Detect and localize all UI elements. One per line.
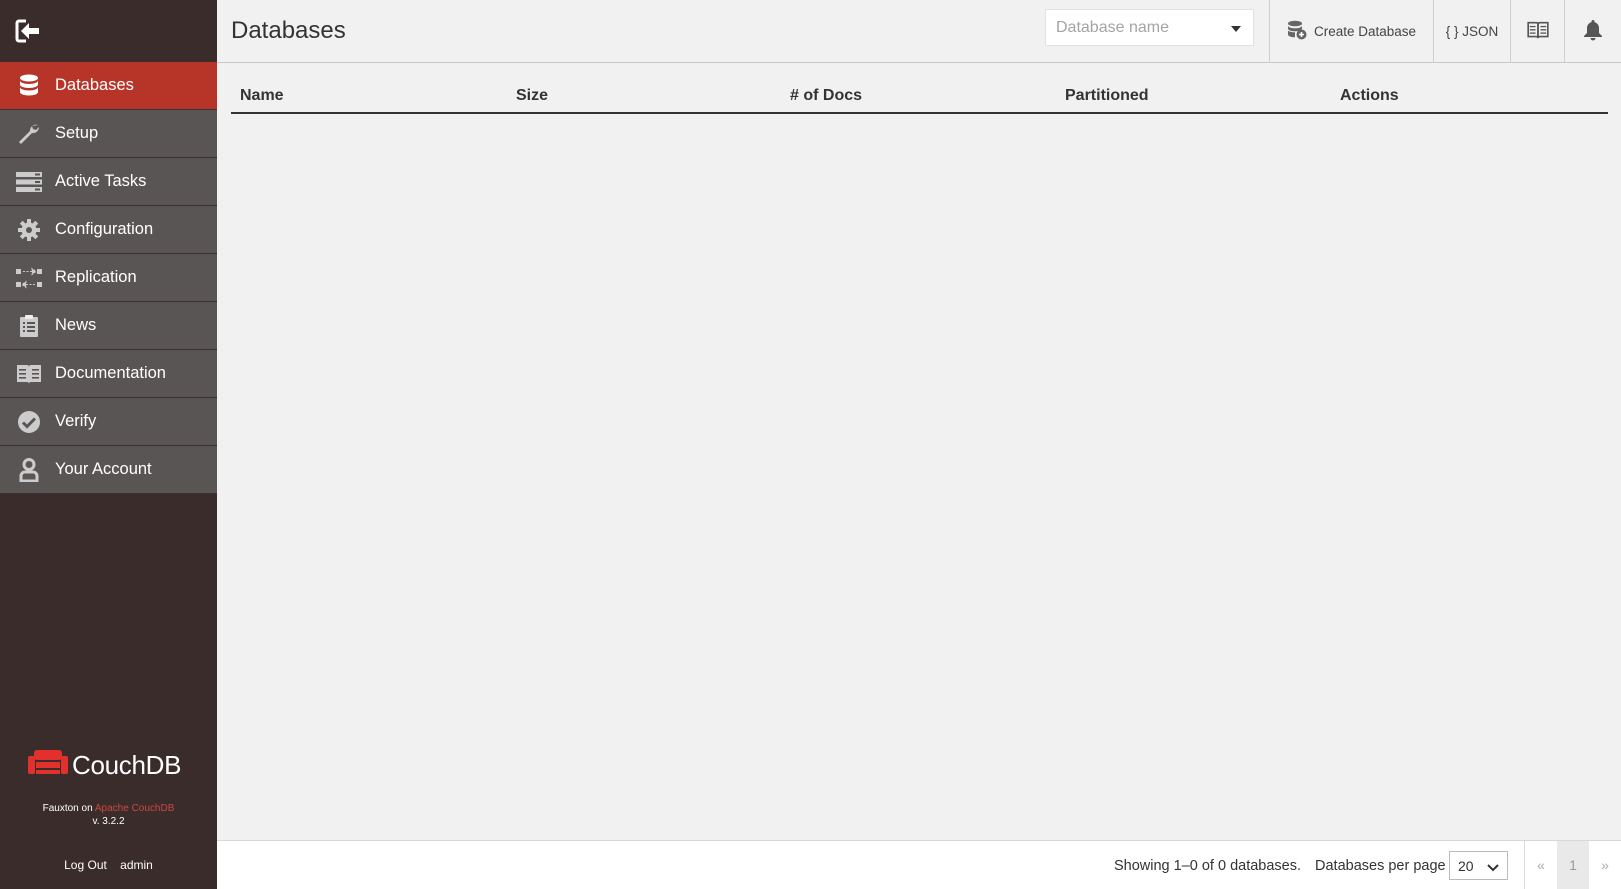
user-icon [16, 457, 42, 483]
check-circle-icon [16, 409, 42, 435]
documentation-button[interactable] [1510, 0, 1564, 62]
sidebar-item-label: Documentation [55, 364, 166, 382]
wrench-icon [16, 121, 42, 147]
pager: « 1 » [1524, 841, 1621, 889]
sidebar-item-active-tasks[interactable]: Active Tasks [0, 158, 217, 206]
chevron-down-icon [1487, 860, 1499, 878]
fauxton-credit: Fauxton on Apache CouchDB [0, 803, 217, 814]
next-page-button[interactable]: » [1589, 841, 1621, 889]
couch-icon [28, 748, 68, 783]
sidebar-item-your-account[interactable]: Your Account [0, 446, 217, 494]
create-database-button[interactable]: Create Database [1269, 0, 1433, 62]
tasks-icon [16, 169, 42, 195]
username-link[interactable]: admin [120, 858, 153, 872]
replication-icon [16, 265, 42, 291]
database-name-select[interactable]: Database name [1045, 9, 1254, 46]
sidebar-item-label: Active Tasks [55, 172, 147, 190]
prev-page-button[interactable]: « [1525, 841, 1557, 889]
top-header: Databases Database name Create Database … [217, 0, 1621, 63]
fauxton-prefix: Fauxton on [42, 803, 93, 814]
brand-name: CouchDB [72, 750, 182, 780]
gear-icon [16, 217, 42, 243]
column-header-name[interactable]: Name [231, 87, 507, 105]
sidebar-item-label: Replication [55, 268, 137, 286]
sidebar-item-databases[interactable]: Databases [0, 62, 217, 110]
database-name-placeholder: Database name [1056, 19, 1169, 36]
sidebar-item-label: News [55, 316, 97, 334]
sidebar-nav: Databases Setup Active Tasks Configurati… [0, 62, 217, 494]
page-title: Databases [231, 17, 346, 44]
sidebar-item-label: Databases [55, 76, 134, 94]
apache-couchdb-link[interactable]: Apache CouchDB [95, 803, 175, 814]
sidebar-item-label: Setup [55, 124, 99, 142]
per-page-value: 20 [1458, 858, 1474, 874]
column-header-partitioned[interactable]: Partitioned [1056, 87, 1331, 105]
book-icon [1526, 21, 1549, 42]
sidebar-item-label: Verify [55, 412, 97, 430]
logout-link[interactable]: Log Out [64, 858, 107, 872]
database-icon [16, 73, 42, 99]
book-icon [16, 361, 42, 387]
sidebar-item-news[interactable]: News [0, 302, 217, 350]
current-page-button[interactable]: 1 [1557, 841, 1589, 889]
version-label: v. 3.2.2 [92, 816, 125, 827]
per-page-select[interactable]: 20 [1449, 851, 1508, 880]
json-label: { } JSON [1445, 23, 1499, 39]
column-header-size[interactable]: Size [507, 87, 781, 105]
sidebar-item-label: Configuration [55, 220, 154, 238]
sidebar-item-configuration[interactable]: Configuration [0, 206, 217, 254]
json-button[interactable]: { } JSON [1433, 0, 1510, 62]
sidebar-item-replication[interactable]: Replication [0, 254, 217, 302]
create-database-label: Create Database [1313, 23, 1417, 39]
account-links: Log Out admin [0, 858, 217, 872]
collapse-sidebar-icon[interactable] [14, 18, 42, 44]
column-header-doc-count[interactable]: # of Docs [781, 87, 1056, 105]
per-page-label: Databases per page [1315, 858, 1446, 874]
sidebar-item-setup[interactable]: Setup [0, 110, 217, 158]
database-add-icon [1287, 20, 1307, 43]
table-header-row: Name Size # of Docs Partitioned Actions [231, 80, 1608, 114]
column-header-actions: Actions [1340, 87, 1399, 104]
sidebar-item-label: Your Account [55, 460, 152, 478]
caret-down-icon [1231, 26, 1241, 32]
sidebar-item-verify[interactable]: Verify [0, 398, 217, 446]
bell-icon [1583, 19, 1603, 44]
couchdb-logo[interactable]: CouchDB [28, 748, 181, 783]
sidebar-item-documentation[interactable]: Documentation [0, 350, 217, 398]
notifications-button[interactable] [1564, 0, 1621, 62]
pagination-footer: Showing 1–0 of 0 databases. Databases pe… [217, 840, 1621, 889]
showing-count: Showing 1–0 of 0 databases. [1114, 858, 1302, 874]
clipboard-icon [16, 313, 42, 339]
sidebar: Databases Setup Active Tasks Configurati… [0, 0, 217, 889]
databases-table: Name Size # of Docs Partitioned Actions [231, 80, 1608, 114]
